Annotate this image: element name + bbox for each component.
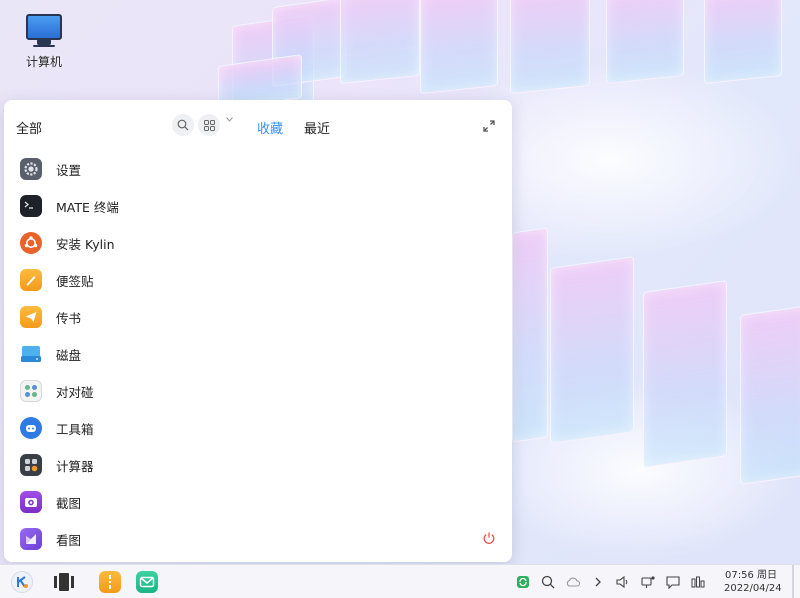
match-game-icon <box>20 380 42 402</box>
input-method-icon <box>691 576 705 588</box>
chevron-down-icon[interactable] <box>226 115 233 125</box>
tab-recent[interactable]: 最近 <box>304 118 330 137</box>
app-item-label: 看图 <box>56 532 82 548</box>
app-item-toolbox[interactable]: 工具箱 <box>18 411 498 445</box>
clock-time: 07:56 周日 <box>725 570 777 581</box>
monitor-icon <box>16 14 72 47</box>
search-button[interactable] <box>172 114 194 136</box>
app-item-disk[interactable]: 磁盘 <box>18 337 498 371</box>
taskbar-app-mail[interactable] <box>136 571 158 593</box>
show-desktop-button[interactable] <box>792 565 794 598</box>
app-item-install-kylin[interactable]: 安装 Kylin <box>18 226 498 260</box>
app-item-label: 传书 <box>56 310 82 326</box>
kylin-logo-icon <box>17 576 28 588</box>
view-mode-button[interactable] <box>198 114 220 136</box>
notification-icon <box>666 576 680 590</box>
app-item-label: 便签贴 <box>56 273 94 289</box>
search-icon <box>541 575 555 589</box>
app-item-calculator[interactable]: 计算器 <box>18 448 498 482</box>
tray-notification-button[interactable] <box>665 574 681 590</box>
tray-input-method-button[interactable] <box>690 574 706 590</box>
expand-icon <box>483 120 495 132</box>
tab-favorites[interactable]: 收藏 <box>257 118 283 137</box>
mail-icon <box>139 576 155 588</box>
calculator-icon <box>20 454 42 476</box>
app-item-label: 安装 Kylin <box>56 236 115 252</box>
network-icon <box>641 576 655 588</box>
search-icon <box>177 119 189 131</box>
image-viewer-icon <box>20 528 42 550</box>
app-item-label: 设置 <box>56 162 82 178</box>
start-menu: 全部 收藏 最近 设置 MATE 终端 安装 Kylin 便签贴 传书 磁盘 对… <box>4 100 512 562</box>
toolbox-icon <box>20 417 42 439</box>
app-item-match-game[interactable]: 对对碰 <box>18 374 498 408</box>
tray-volume-button[interactable] <box>615 574 631 590</box>
tray-search-button[interactable] <box>540 574 556 590</box>
power-button[interactable] <box>482 530 496 544</box>
start-menu-button[interactable] <box>11 571 33 593</box>
app-item-label: 对对碰 <box>56 384 94 400</box>
start-menu-header: 全部 收藏 最近 <box>4 100 512 154</box>
cloud-icon <box>566 577 581 587</box>
menu-title-all[interactable]: 全部 <box>16 118 42 137</box>
taskbar-app-file-manager[interactable] <box>99 571 121 593</box>
app-item-settings[interactable]: 设置 <box>18 152 498 186</box>
taskbar: 07:56 周日 2022/04/24 <box>0 564 800 598</box>
desktop-icon-computer[interactable]: 计算机 <box>16 14 72 70</box>
chevron-right-icon <box>595 577 601 587</box>
app-item-sticky-notes[interactable]: 便签贴 <box>18 263 498 297</box>
disk-icon <box>20 343 42 365</box>
multitask-icon <box>54 573 74 591</box>
taskbar-clock[interactable]: 07:56 周日 2022/04/24 <box>724 569 782 595</box>
screenshot-icon <box>20 491 42 513</box>
app-item-label: MATE 终端 <box>56 199 119 215</box>
send-icon <box>20 306 42 328</box>
installer-icon <box>20 232 42 254</box>
app-item-label: 截图 <box>56 495 82 511</box>
power-icon <box>483 532 495 544</box>
sync-icon <box>517 576 529 588</box>
app-item-label: 工具箱 <box>56 421 94 437</box>
expand-fullscreen-button[interactable] <box>482 118 496 132</box>
tray-cloud-button[interactable] <box>565 574 581 590</box>
app-item-chuanshu[interactable]: 传书 <box>18 300 498 334</box>
app-item-image-viewer[interactable]: 看图 <box>18 522 498 556</box>
app-item-mate-terminal[interactable]: MATE 终端 <box>18 189 498 223</box>
app-item-label: 计算器 <box>56 458 94 474</box>
sticky-note-icon <box>20 269 42 291</box>
tray-network-button[interactable] <box>640 574 656 590</box>
app-item-screenshot[interactable]: 截图 <box>18 485 498 519</box>
clock-date: 2022/04/24 <box>724 583 782 594</box>
desktop-icon-label: 计算机 <box>25 55 62 69</box>
volume-icon <box>616 575 628 589</box>
tray-expand-button[interactable] <box>590 574 606 590</box>
file-manager-icon <box>109 575 111 589</box>
terminal-icon <box>20 195 42 217</box>
tray-sync-button[interactable] <box>515 574 531 590</box>
grid-icon <box>203 119 215 131</box>
app-item-label: 磁盘 <box>56 347 82 363</box>
multitask-view-button[interactable] <box>53 571 75 593</box>
gear-icon <box>20 158 42 180</box>
